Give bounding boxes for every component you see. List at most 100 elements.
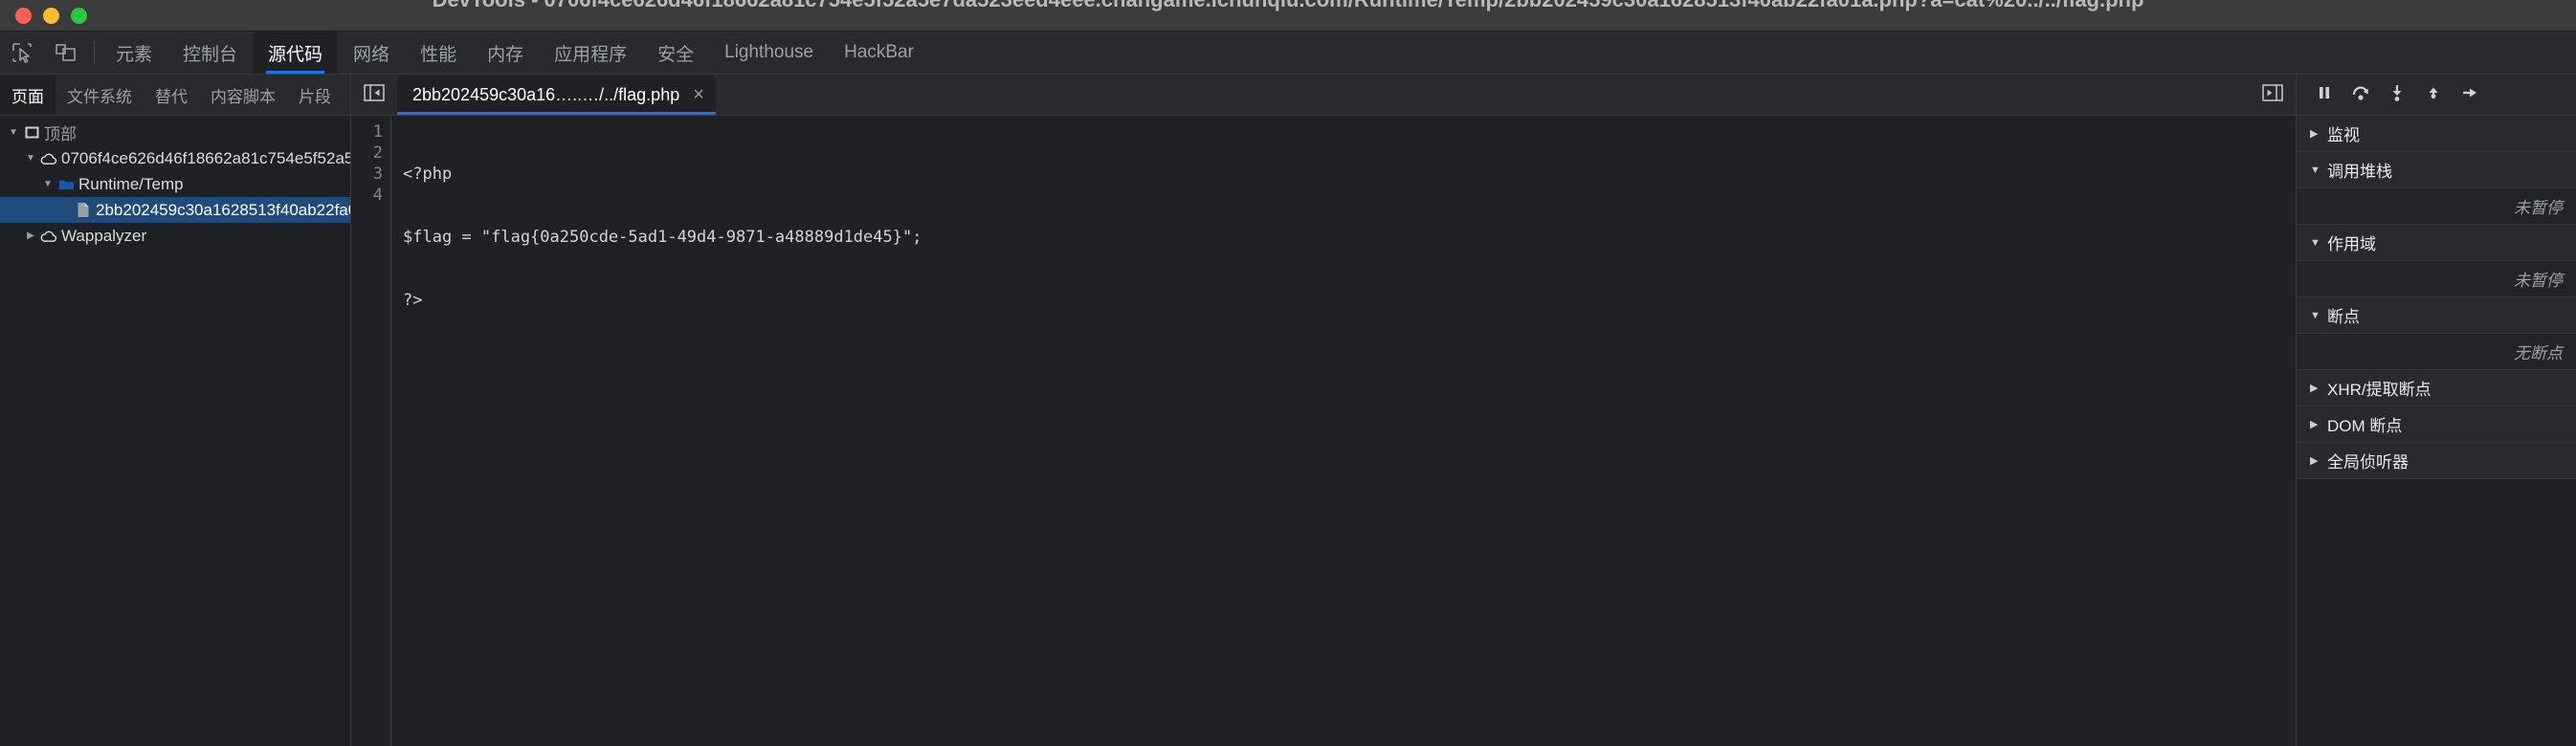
tab-console-label: 控制台	[183, 44, 238, 65]
chevron-right-icon[interactable]	[2310, 418, 2327, 430]
chevron-down-icon[interactable]	[2310, 165, 2327, 176]
debugger-sections: 监视 调用堆栈 未暂停 作用域 未暂停 断点 无断点	[2297, 116, 2576, 746]
tab-performance[interactable]: 性能	[405, 32, 472, 74]
tab-network-label: 网络	[353, 44, 390, 65]
nav-tab-page-label: 页面	[11, 87, 44, 106]
inspect-element-icon	[11, 42, 33, 63]
section-scope-label: 作用域	[2327, 235, 2376, 253]
section-call-stack[interactable]: 调用堆栈	[2297, 152, 2576, 188]
toggle-device-toolbar-button[interactable]	[44, 32, 88, 74]
tree-item-folder-runtime-temp[interactable]: Runtime/Temp	[0, 171, 350, 197]
sources-panel: 页面 文件系统 替代 内容脚本 片段 ⋯ 顶部	[0, 75, 2576, 746]
tab-lighthouse[interactable]: Lighthouse	[709, 32, 829, 74]
step-out-icon	[2424, 83, 2443, 107]
chevron-right-icon[interactable]	[2310, 454, 2327, 467]
file-icon	[73, 202, 94, 218]
tree-item-wappalyzer-label: Wappalyzer	[61, 226, 147, 245]
tab-console[interactable]: 控制台	[167, 32, 253, 74]
inspect-element-button[interactable]	[0, 32, 44, 74]
code-editor[interactable]: 1 2 3 4 <?php $flag = "flag{0a250cde-5ad…	[351, 116, 2296, 746]
step-button[interactable]	[2454, 78, 2486, 111]
device-toolbar-icon	[55, 42, 78, 63]
section-dom-breakpoints-label: DOM 断点	[2327, 417, 2403, 435]
nav-tab-filesystem[interactable]: 文件系统	[56, 75, 144, 115]
window-title: DevTools - 0706f4ce626d46f18662a81c754e5…	[0, 0, 2576, 12]
step-icon	[2460, 83, 2479, 107]
minimize-button[interactable]	[43, 7, 59, 24]
devtools-window: DevTools - 0706f4ce626d46f18662a81c754e5…	[0, 0, 2576, 746]
editor-pane: 2bb202459c30a16…..…/../flag.php × 1 2 3 …	[351, 75, 2296, 746]
tab-performance-label: 性能	[420, 44, 457, 65]
navigator-pane: 页面 文件系统 替代 内容脚本 片段 ⋯ 顶部	[0, 75, 372, 746]
tab-memory[interactable]: 内存	[472, 32, 539, 74]
tab-hackbar-label: HackBar	[844, 42, 914, 62]
tab-security[interactable]: 安全	[642, 32, 709, 74]
pause-script-execution-button[interactable]	[2308, 78, 2341, 111]
section-scope[interactable]: 作用域	[2297, 225, 2576, 261]
tree-item-origin[interactable]: 0706f4ce626d46f18662a81c754e5f52a5e7da52…	[0, 145, 350, 171]
nav-tab-snippets-label: 片段	[299, 87, 331, 106]
chevron-down-icon[interactable]	[23, 153, 38, 164]
pause-script-execution-icon	[2315, 83, 2334, 107]
section-breakpoints[interactable]: 断点	[2297, 297, 2576, 334]
close-icon[interactable]: ×	[693, 85, 704, 104]
chevron-down-icon[interactable]	[2310, 310, 2327, 321]
tree-item-top[interactable]: 顶部	[0, 120, 350, 145]
tree-item-file-php[interactable]: 2bb202459c30a1628513f40ab22fa01a.php?a	[0, 197, 350, 223]
chevron-right-icon[interactable]	[2310, 382, 2327, 394]
section-watch-label: 监视	[2327, 126, 2360, 144]
page-file-tree: 顶部 0706f4ce626d46f18662a81c754e5f52a5e7d…	[0, 116, 350, 746]
code-line: <?php	[403, 165, 453, 184]
step-out-button[interactable]	[2417, 78, 2450, 111]
code-line: $flag = "flag{0a250cde-5ad1-49d4-9871-a4…	[403, 228, 922, 247]
step-into-button[interactable]	[2381, 78, 2413, 111]
panel-tab-list: 元素 控制台 源代码 网络 性能 内存 应用程序 安全 Lighthouse H…	[100, 32, 929, 74]
editor-file-tab[interactable]: 2bb202459c30a16…..…/../flag.php ×	[397, 75, 716, 115]
folder-icon	[56, 178, 77, 191]
line-number: 4	[372, 186, 383, 205]
nav-tab-content-scripts-label: 内容脚本	[211, 87, 276, 106]
tab-hackbar[interactable]: HackBar	[829, 32, 929, 74]
tree-item-top-label: 顶部	[44, 125, 77, 143]
toggle-debugger-button[interactable]	[2250, 75, 2296, 115]
step-over-icon	[2350, 83, 2371, 107]
devtools-toolbar: 元素 控制台 源代码 网络 性能 内存 应用程序 安全 Lighthouse H…	[0, 32, 2576, 75]
section-xhr-breakpoints-label: XHR/提取断点	[2327, 381, 2432, 399]
nav-tab-filesystem-label: 文件系统	[67, 87, 132, 106]
tab-lighthouse-label: Lighthouse	[724, 42, 814, 62]
nav-tab-content-scripts[interactable]: 内容脚本	[199, 75, 287, 115]
section-dom-breakpoints[interactable]: DOM 断点	[2297, 406, 2576, 443]
chevron-right-icon[interactable]	[2310, 127, 2327, 140]
tab-application[interactable]: 应用程序	[539, 32, 642, 74]
editor-file-tab-label: 2bb202459c30a16…..…/../flag.php	[412, 84, 680, 104]
chevron-right-icon[interactable]	[23, 230, 38, 241]
tab-sources[interactable]: 源代码	[253, 32, 339, 74]
tree-item-wappalyzer[interactable]: Wappalyzer	[0, 223, 350, 249]
tab-network[interactable]: 网络	[338, 32, 405, 74]
line-number: 2	[372, 143, 383, 163]
chevron-down-icon[interactable]	[6, 127, 21, 138]
nav-tab-overrides[interactable]: 替代	[144, 75, 199, 115]
chevron-down-icon[interactable]	[2310, 237, 2327, 249]
section-watch[interactable]: 监视	[2297, 116, 2576, 152]
tree-item-origin-label: 0706f4ce626d46f18662a81c754e5f52a5e7da52…	[61, 148, 350, 167]
call-stack-empty-message: 未暂停	[2297, 188, 2576, 225]
section-xhr-breakpoints[interactable]: XHR/提取断点	[2297, 370, 2576, 406]
nav-tab-page[interactable]: 页面	[0, 75, 56, 115]
scope-empty-message: 未暂停	[2297, 261, 2576, 297]
source-code-content[interactable]: <?php $flag = "flag{0a250cde-5ad1-49d4-9…	[391, 116, 2296, 746]
tab-security-label: 安全	[657, 44, 695, 65]
step-over-button[interactable]	[2344, 78, 2377, 111]
cloud-icon	[38, 230, 59, 243]
toggle-navigator-button[interactable]	[351, 75, 397, 115]
close-button[interactable]	[15, 7, 32, 24]
nav-tab-snippets[interactable]: 片段	[287, 75, 343, 115]
tab-sources-label: 源代码	[268, 44, 323, 65]
chevron-down-icon[interactable]	[40, 179, 56, 189]
section-global-listeners[interactable]: 全局侦听器	[2297, 443, 2576, 479]
tab-elements[interactable]: 元素	[100, 32, 167, 74]
zoom-button[interactable]	[71, 7, 87, 24]
section-breakpoints-label: 断点	[2327, 308, 2360, 326]
debugger-toolbar	[2297, 75, 2576, 116]
